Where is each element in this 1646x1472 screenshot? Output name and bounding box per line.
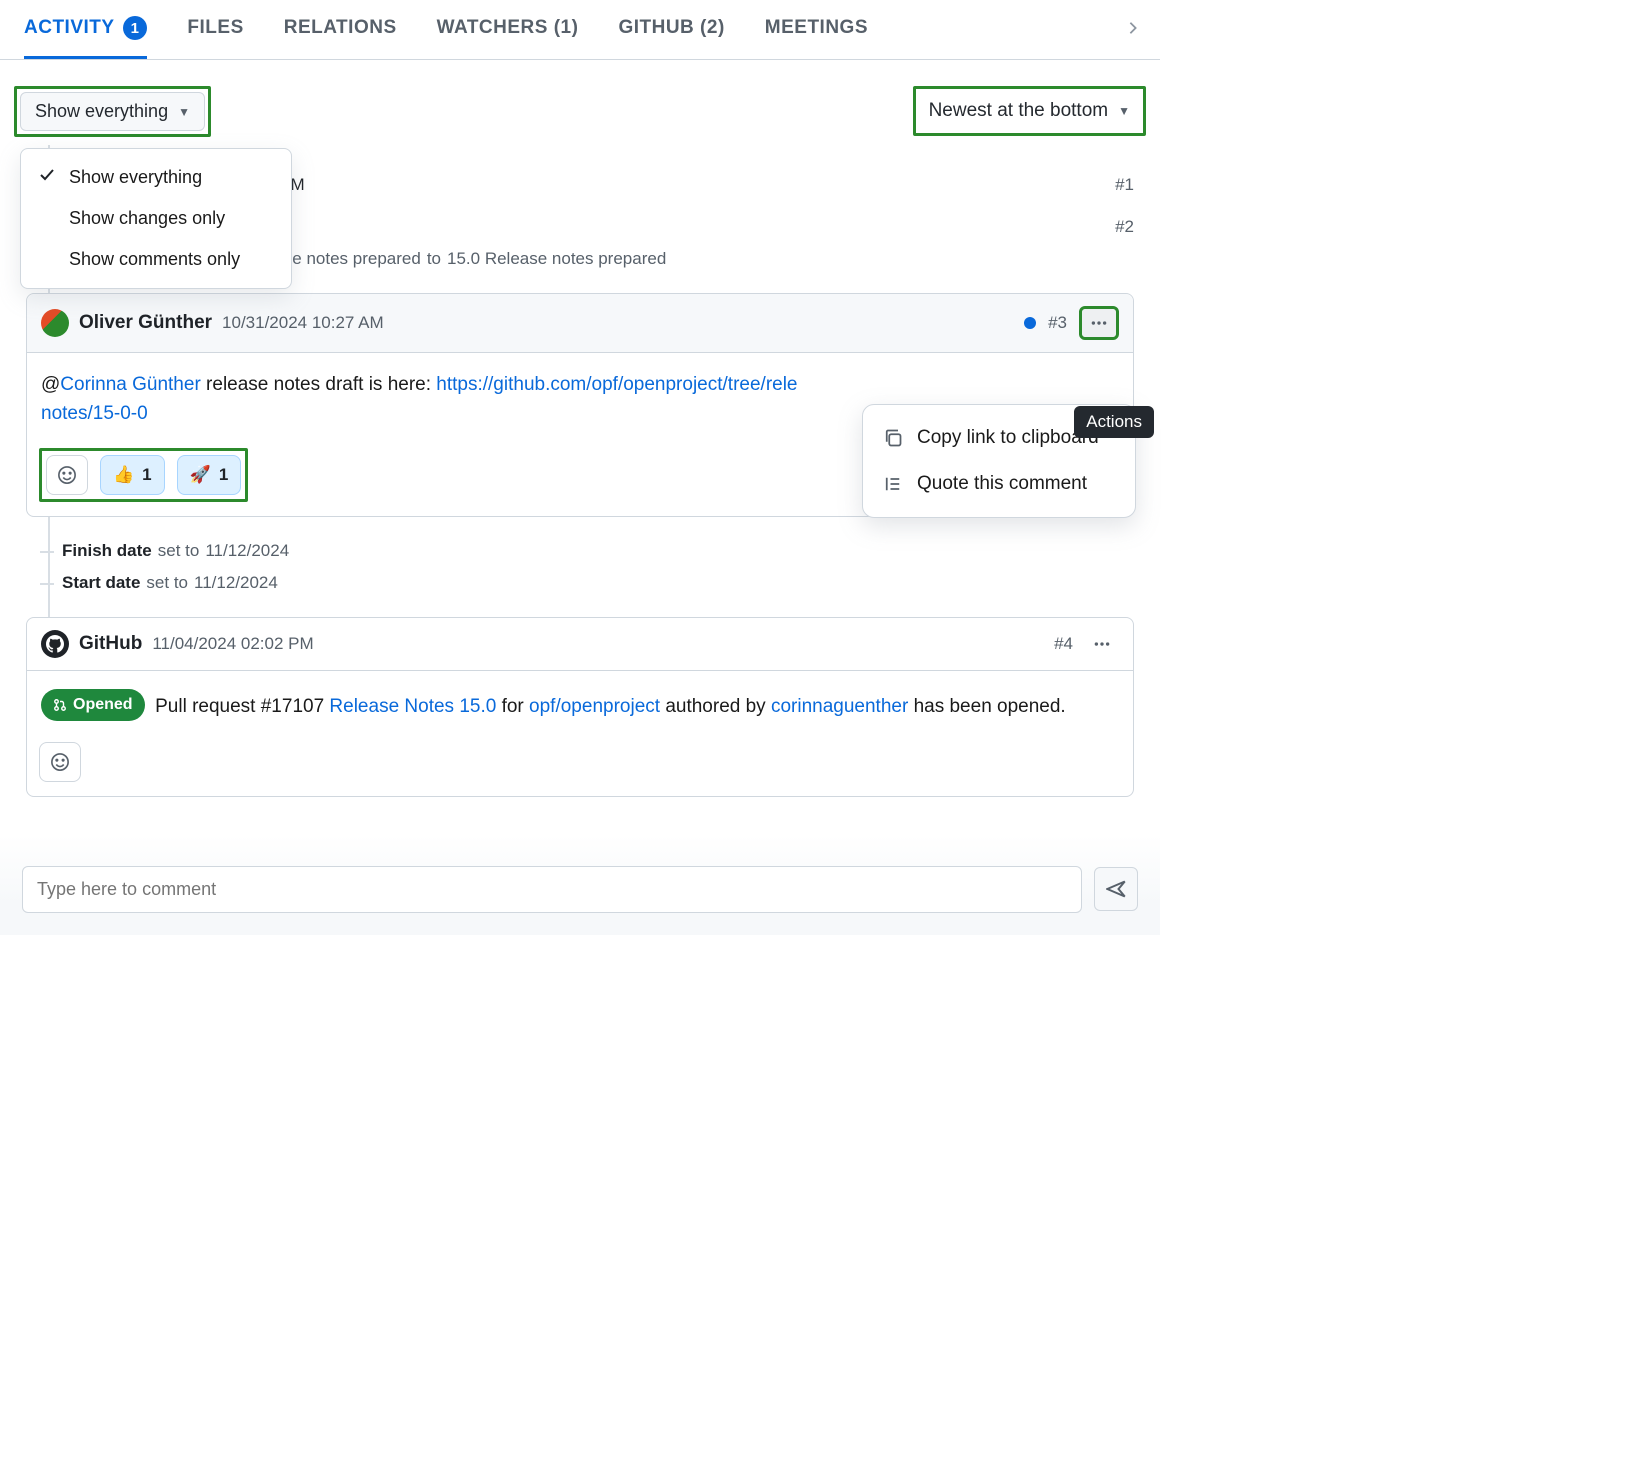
comment-bar: [22, 866, 1138, 913]
send-icon: [1106, 879, 1126, 899]
activity-toolbar: Show everything ▼ Newest at the bottom ▼: [0, 60, 1160, 137]
comment-header: Oliver Günther 10/31/2024 10:27 AM #3: [27, 294, 1133, 353]
comment-header: GitHub 11/04/2024 02:02 PM #4: [27, 618, 1133, 671]
change-to: 15.0 Release notes prepared: [447, 249, 666, 269]
actions-tooltip: Actions: [1074, 406, 1154, 438]
tab-activity-label: ACTIVITY: [24, 17, 115, 39]
change-to-word: to: [427, 249, 441, 269]
send-comment-button[interactable]: [1094, 867, 1138, 911]
tab-meetings[interactable]: MEETINGS: [765, 0, 868, 59]
comment-text: for: [496, 696, 529, 717]
comment-timestamp: 11/04/2024 02:02 PM: [152, 634, 313, 654]
at-sign: @: [41, 374, 60, 395]
filter-option-label: Show everything: [69, 167, 202, 188]
comment-link-wrap[interactable]: notes/15-0-0: [41, 403, 148, 424]
filter-option-changes[interactable]: Show changes only: [21, 198, 291, 239]
reaction-rocket[interactable]: 🚀 1: [177, 455, 242, 495]
filter-dropdown[interactable]: Show everything ▼: [20, 92, 205, 131]
comment-body: Opened Pull request #17107 Release Notes…: [27, 671, 1133, 736]
tabs-scroll-right-icon[interactable]: [1126, 19, 1140, 40]
tabs-bar: ACTIVITY 1 FILES RELATIONS WATCHERS (1) …: [0, 0, 1160, 60]
field-name: Finish date: [62, 541, 152, 561]
tab-watchers[interactable]: WATCHERS (1): [437, 0, 579, 59]
action-label: Quote this comment: [917, 473, 1087, 495]
tab-files[interactable]: FILES: [187, 0, 243, 59]
comment-actions-button[interactable]: [1082, 309, 1116, 337]
filter-option-label: Show comments only: [69, 249, 240, 270]
quote-icon: [883, 474, 903, 494]
sort-dropdown[interactable]: Newest at the bottom ▼: [919, 92, 1140, 130]
pr-status-badge: Opened: [41, 689, 145, 721]
action-label: Copy link to clipboard: [917, 427, 1099, 449]
thumbsup-icon: 👍: [113, 465, 134, 485]
pr-link[interactable]: Release Notes 15.0: [329, 696, 496, 717]
author-link[interactable]: corinnaguenther: [771, 696, 908, 717]
comment-author[interactable]: Oliver Günther: [79, 312, 212, 334]
highlight-filter: Show everything ▼: [14, 86, 211, 137]
comment-text: authored by: [660, 696, 771, 717]
add-reaction-button[interactable]: [39, 742, 81, 782]
comment-text: Pull request #17107: [155, 696, 329, 717]
activity-change-finish-date: Finish date set to 11/12/2024: [50, 535, 1134, 567]
tab-github[interactable]: GITHUB (2): [618, 0, 724, 59]
filter-menu: Show everything Show changes only Show c…: [20, 148, 292, 289]
comment-text: has been opened.: [908, 696, 1065, 717]
rocket-icon: 🚀: [190, 465, 211, 485]
highlight-actions: [1079, 306, 1119, 340]
copy-icon: [883, 428, 903, 448]
add-reaction-button[interactable]: [46, 455, 88, 495]
filter-dropdown-label: Show everything: [35, 101, 168, 122]
change-value: 11/12/2024: [194, 573, 278, 593]
change-value: 11/12/2024: [205, 541, 289, 561]
reactions-bar: [27, 736, 1133, 796]
change-verb: set to: [158, 541, 200, 561]
unread-indicator-icon: [1024, 317, 1036, 329]
highlight-reactions: 👍 1 🚀 1: [39, 448, 248, 502]
comment-anchor[interactable]: #3: [1048, 313, 1067, 333]
git-pull-request-icon: [53, 698, 67, 712]
sort-dropdown-label: Newest at the bottom: [929, 100, 1109, 122]
reaction-count: 1: [142, 465, 151, 485]
tab-activity-badge: 1: [123, 16, 148, 40]
reaction-thumbsup[interactable]: 👍 1: [100, 455, 165, 495]
comment-timestamp: 10/31/2024 10:27 AM: [222, 313, 384, 333]
repo-link[interactable]: opf/openproject: [529, 696, 660, 717]
activity-anchor[interactable]: #1: [1115, 175, 1134, 195]
field-name: Start date: [62, 573, 140, 593]
tab-activity[interactable]: ACTIVITY 1: [24, 0, 147, 59]
comment-link[interactable]: https://github.com/opf/openproject/tree/…: [436, 374, 797, 395]
highlight-sort: Newest at the bottom ▼: [913, 86, 1146, 136]
filter-option-comments[interactable]: Show comments only: [21, 239, 291, 280]
mention-link[interactable]: Corinna Günther: [60, 374, 200, 395]
avatar: [41, 309, 69, 337]
filter-option-everything[interactable]: Show everything: [21, 157, 291, 198]
action-quote-comment[interactable]: Quote this comment: [863, 461, 1135, 507]
comment-author[interactable]: GitHub: [79, 633, 142, 655]
github-avatar-icon: [41, 630, 69, 658]
comment-text: release notes draft is here:: [201, 374, 437, 395]
reaction-count: 1: [219, 465, 228, 485]
badge-label: Opened: [73, 693, 133, 717]
comment-actions-button[interactable]: [1085, 630, 1119, 658]
caret-down-icon: ▼: [1118, 104, 1130, 118]
activity-change-start-date: Start date set to 11/12/2024: [50, 567, 1134, 599]
comment-card-4: GitHub 11/04/2024 02:02 PM #4 Opened Pul…: [26, 617, 1134, 797]
comment-input[interactable]: [22, 866, 1082, 913]
change-verb: set to: [146, 573, 188, 593]
caret-down-icon: ▼: [178, 105, 190, 119]
filter-option-label: Show changes only: [69, 208, 225, 229]
activity-anchor[interactable]: #2: [1115, 217, 1134, 237]
comment-anchor[interactable]: #4: [1054, 634, 1073, 654]
tab-relations[interactable]: RELATIONS: [284, 0, 397, 59]
check-icon: [39, 167, 57, 188]
